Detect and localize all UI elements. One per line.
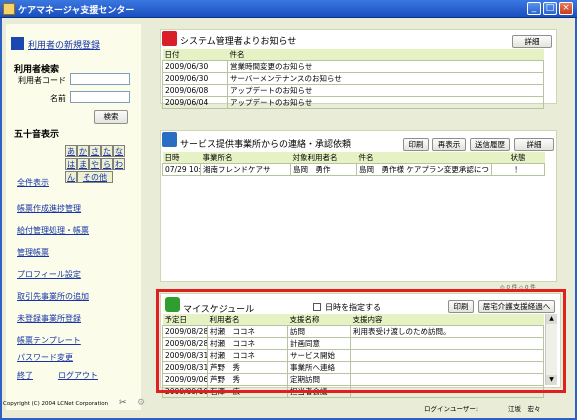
column-header: 状態 [491, 152, 545, 164]
sidebar-link-benefit[interactable]: 給付管理処理・帳票 [17, 225, 89, 236]
highlight-box [156, 289, 566, 393]
service-contact-table: 日時 事業所名 対象利用者名 件名 状態 07/29 10:19 湘南フレンドケ… [162, 152, 545, 176]
register-user-link[interactable]: 利用者の新規登録 [28, 38, 100, 51]
table-cell: 島岡 勇作様 ケアプラン変更承認につ [356, 163, 492, 176]
table-row[interactable]: 2009/06/08 アップデートのお知らせ [162, 84, 544, 97]
window-title: ケアマネージャ支援センター [18, 6, 135, 16]
sidebar-link-manage-forms[interactable]: 管理帳票 [17, 247, 49, 258]
sidebar-link-profile[interactable]: プロフィール設定 [17, 269, 81, 280]
minimize-button[interactable]: _ [527, 2, 541, 15]
login-user-name: 江坂 宏々 [508, 405, 541, 413]
kana-ra-button[interactable]: ら [101, 158, 113, 170]
table-cell: 2009/06/08 [162, 84, 228, 97]
user-code-label: 利用者コード [18, 76, 66, 85]
sidebar-link-template[interactable]: 帳票テンプレート [17, 335, 81, 346]
app-icon [3, 3, 15, 15]
system-notice-title: システム管理者よりお知らせ [180, 37, 297, 47]
close-button[interactable]: × [559, 2, 573, 15]
table-cell: 湘南フレンドケアサ [200, 163, 291, 176]
notice-icon [162, 31, 177, 46]
table-cell: 2009/06/30 [162, 60, 228, 73]
table-cell: 2009/06/04 [162, 96, 228, 109]
gear-icon: ⚙ [137, 398, 146, 408]
kana-ma-button[interactable]: ま [77, 158, 89, 170]
exit-link[interactable]: 終了 [17, 370, 33, 381]
sidebar-link-add-partner[interactable]: 取引先事業所の追加 [17, 291, 89, 302]
name-label: 名前 [50, 94, 66, 103]
table-row[interactable]: 07/29 10:19 湘南フレンドケアサ 島岡 勇作 島岡 勇作様 ケアプラン… [162, 163, 545, 176]
table-cell: 島岡 勇作 [290, 163, 357, 176]
table-cell: サーバーメンテナンスのお知らせ [227, 72, 544, 85]
contact-print-button[interactable]: 印刷 [403, 138, 429, 151]
table-row[interactable]: 2009/06/30 営業時間変更のお知らせ [162, 60, 544, 73]
table-cell: 07/29 10:19 [162, 163, 201, 176]
table-cell: 営業時間変更のお知らせ [227, 60, 544, 73]
sidebar-link-unregistered[interactable]: 未登録事業所登録 [17, 313, 81, 324]
kana-ta-button[interactable]: た [101, 145, 113, 157]
kana-wa-button[interactable]: わ [113, 158, 125, 170]
title-bar: ケアマネージャ支援センター _ □ × [0, 0, 577, 18]
user-code-input[interactable] [70, 73, 130, 85]
kana-n-button[interactable]: ん [65, 171, 77, 183]
kana-ha-button[interactable]: は [65, 158, 77, 170]
name-input[interactable] [70, 91, 130, 103]
sidebar-link-password[interactable]: パスワード変更 [17, 352, 73, 363]
kana-a-button[interactable]: あ [65, 145, 77, 157]
system-notice-table: 日付 件名 2009/06/30 営業時間変更のお知らせ 2009/06/30 … [162, 49, 544, 109]
user-add-icon [11, 37, 24, 50]
search-button[interactable]: 検索 [94, 110, 128, 124]
gojuon-heading: 五十音表示 [14, 130, 60, 140]
show-all-link[interactable]: 全件表示 [17, 177, 49, 188]
sidebar-link-progress[interactable]: 帳票作成進捗管理 [17, 203, 81, 214]
contact-refresh-button[interactable]: 再表示 [432, 138, 466, 151]
service-contact-title: サービス提供事業所からの連絡・承認依頼 [180, 140, 352, 150]
column-header: 件名 [356, 152, 492, 164]
table-cell: 2009/06/30 [162, 72, 228, 85]
table-row[interactable]: 2009/06/30 サーバーメンテナンスのお知らせ [162, 72, 544, 85]
copyright: Copyright (C) 2004 LCNet Corporation [3, 401, 109, 407]
kana-ka-button[interactable]: か [77, 145, 89, 157]
column-header: 件名 [227, 49, 544, 61]
table-cell: アップデートのお知らせ [227, 96, 544, 109]
login-user-label: ログインユーザー: [424, 405, 479, 413]
notice-detail-button[interactable]: 詳細 [512, 35, 552, 48]
table-cell: アップデートのお知らせ [227, 84, 544, 97]
kana-na-button[interactable]: な [113, 145, 125, 157]
scissors-icon: ✂ [119, 398, 127, 408]
contact-icon [162, 132, 177, 147]
column-header: 事業所名 [200, 152, 291, 164]
sidebar: 利用者の新規登録 利用者検索 利用者コード 名前 検索 五十音表示 あ か さ … [6, 24, 141, 410]
kana-ya-button[interactable]: や [89, 158, 101, 170]
kana-other-button[interactable]: その他 [77, 171, 113, 183]
kana-sa-button[interactable]: さ [89, 145, 101, 157]
column-header: 日時 [162, 152, 201, 164]
column-header: 対象利用者名 [290, 152, 357, 164]
table-row[interactable]: 2009/06/04 アップデートのお知らせ [162, 96, 544, 109]
column-header: 日付 [162, 49, 228, 61]
contact-detail-button[interactable]: 詳細 [514, 138, 554, 151]
logout-link[interactable]: ログアウト [58, 370, 98, 381]
search-heading: 利用者検索 [14, 65, 60, 75]
status-cell: ！ [491, 163, 545, 176]
send-history-button[interactable]: 送信履歴 [470, 138, 510, 151]
maximize-button[interactable]: □ [543, 2, 557, 15]
